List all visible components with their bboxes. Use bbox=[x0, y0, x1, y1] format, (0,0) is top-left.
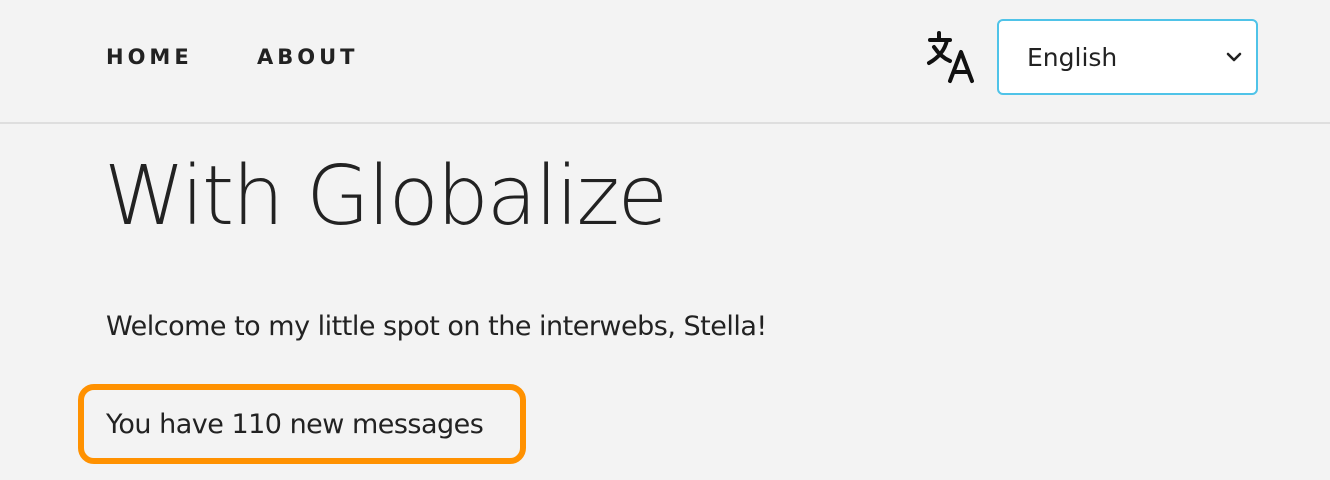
welcome-message: Welcome to my little spot on the interwe… bbox=[106, 311, 767, 342]
new-messages-text: You have 110 new messages bbox=[106, 409, 484, 440]
chevron-down-icon bbox=[1226, 52, 1242, 62]
nav-link-about[interactable]: ABOUT bbox=[257, 44, 359, 70]
language-select[interactable]: English bbox=[997, 19, 1258, 95]
language-select-value: English bbox=[1027, 43, 1118, 72]
new-messages-highlight: You have 110 new messages bbox=[78, 384, 526, 464]
translate-icon bbox=[927, 31, 974, 83]
top-navbar: HOME ABOUT English bbox=[0, 0, 1330, 124]
nav-link-home[interactable]: HOME bbox=[106, 44, 193, 70]
page-title: With Globalize bbox=[104, 149, 668, 244]
